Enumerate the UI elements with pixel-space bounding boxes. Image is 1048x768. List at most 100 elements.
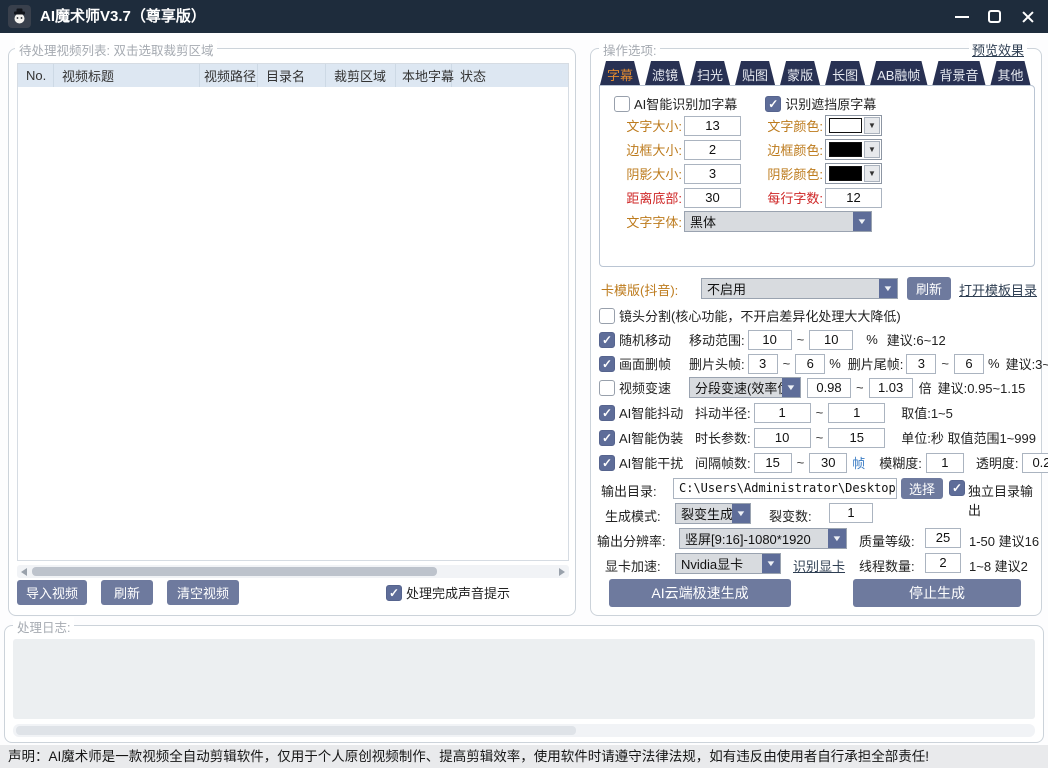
cover-original-subtitle-checkbox[interactable] — [765, 96, 781, 112]
move-range-min-input[interactable]: 10 — [748, 330, 792, 350]
bottom-distance-label: 距离底部: — [608, 188, 682, 207]
bottom-distance-input[interactable]: 30 — [684, 188, 741, 208]
quality-hint: 1-50 建议16 — [969, 531, 1039, 550]
tail-frame-unit: % — [988, 356, 1000, 371]
detect-gpu-link[interactable]: 识别显卡 — [793, 556, 845, 575]
chevron-down-icon[interactable] — [864, 117, 880, 134]
head-frame-unit: % — [829, 356, 841, 371]
subtitle-checkbox-row: AI智能识别加字幕 识别遮挡原字幕 — [614, 93, 876, 114]
speed-max-input[interactable]: 1.03 — [869, 378, 913, 398]
speed-min-input[interactable]: 0.98 — [807, 378, 851, 398]
frame-delete-checkbox[interactable] — [599, 356, 615, 372]
import-video-button[interactable]: 导入视频 — [17, 580, 87, 605]
move-range-max-input[interactable]: 10 — [809, 330, 853, 350]
output-dir-input[interactable]: C:\Users\Administrator\Desktop — [673, 478, 897, 499]
interval-min-input[interactable]: 15 — [754, 453, 792, 473]
gpu-dropdown[interactable]: Nvidia显卡 — [675, 553, 781, 574]
border-color-picker[interactable] — [825, 139, 882, 160]
maximize-button[interactable] — [978, 0, 1011, 33]
log-legend: 处理日志: — [13, 617, 74, 636]
jitter-checkbox[interactable] — [599, 405, 615, 421]
open-template-dir-link[interactable]: 打开模板目录 — [959, 280, 1037, 299]
cover-original-subtitle-label: 识别遮挡原字幕 — [785, 94, 876, 113]
range-tilde: ~ — [941, 356, 949, 371]
log-textarea[interactable] — [13, 639, 1035, 719]
speed-hint: 建议:0.95~1.15 — [938, 378, 1026, 397]
disguise-max-input[interactable]: 15 — [828, 428, 885, 448]
jitter-min-input[interactable]: 1 — [754, 403, 811, 423]
shadow-color-picker[interactable] — [825, 163, 882, 184]
stop-generate-button[interactable]: 停止生成 — [853, 579, 1021, 607]
text-size-input[interactable]: 13 — [684, 116, 741, 136]
hscroll-thumb[interactable] — [32, 567, 437, 576]
generate-mode-label: 生成模式: — [605, 506, 661, 525]
log-hscrollbar[interactable] — [13, 724, 1035, 737]
range-tilde: ~ — [783, 356, 791, 371]
minimize-button[interactable] — [945, 0, 978, 33]
chevron-down-icon[interactable] — [864, 141, 880, 158]
range-tilde: ~ — [797, 455, 805, 470]
preview-effect-link[interactable]: 预览效果 — [972, 43, 1024, 58]
shot-split-checkbox[interactable] — [599, 308, 615, 324]
template-row: 卡模版(抖音): 不启用 刷新 打开模板目录 — [591, 277, 1043, 299]
font-dropdown[interactable]: 黑体 — [684, 211, 872, 232]
shadow-size-label: 阴影大小: — [608, 164, 682, 183]
speed-checkbox[interactable] — [599, 380, 615, 396]
disguise-checkbox[interactable] — [599, 430, 615, 446]
line-chars-input[interactable]: 12 — [825, 188, 882, 208]
interval-max-input[interactable]: 30 — [809, 453, 847, 473]
border-size-row: 边框大小: 2 边框颜色: — [608, 139, 1026, 160]
shadow-size-row: 阴影大小: 3 阴影颜色: — [608, 163, 1026, 184]
fission-count-input[interactable]: 1 — [829, 503, 873, 523]
generate-mode-row: 生成模式: 裂变生成 裂变数: 1 — [591, 503, 1043, 525]
video-table-hscrollbar[interactable] — [17, 565, 569, 578]
quality-label: 质量等级: — [859, 531, 915, 550]
video-table-body[interactable] — [18, 87, 568, 560]
template-refresh-button[interactable]: 刷新 — [907, 277, 951, 300]
magician-icon — [11, 8, 28, 25]
refresh-list-button[interactable]: 刷新 — [101, 580, 153, 605]
column-path: 视频路径 — [200, 64, 258, 87]
speed-unit: 倍 — [919, 378, 932, 397]
jitter-row: AI智能抖动 抖动半径: 1 ~ 1 取值:1~5 — [599, 402, 953, 423]
random-move-checkbox[interactable] — [599, 332, 615, 348]
clear-video-button[interactable]: 清空视频 — [167, 580, 239, 605]
generate-mode-dropdown[interactable]: 裂变生成 — [675, 503, 751, 524]
range-tilde: ~ — [797, 332, 805, 347]
tail-frame-min-input[interactable]: 3 — [906, 354, 936, 374]
quality-input[interactable]: 25 — [925, 528, 961, 548]
ai-add-subtitle-checkbox[interactable] — [614, 96, 630, 112]
sound-alert-checkbox[interactable] — [386, 585, 402, 601]
cloud-generate-button[interactable]: AI云端极速生成 — [609, 579, 791, 607]
tail-frame-max-input[interactable]: 6 — [954, 354, 984, 374]
log-scroll-thumb[interactable] — [16, 726, 576, 735]
sound-alert-row: 处理完成声音提示 — [386, 582, 510, 603]
resolution-dropdown[interactable]: 竖屏[9:16]-1080*1920 — [679, 528, 847, 549]
disguise-min-input[interactable]: 10 — [754, 428, 811, 448]
scroll-left-icon[interactable] — [21, 568, 27, 576]
speed-mode-dropdown[interactable]: 分段变速(效率优先) — [689, 377, 801, 398]
blur-input[interactable]: 1 — [926, 453, 964, 473]
border-color-swatch — [829, 142, 862, 157]
alpha-input[interactable]: 0.2 — [1022, 453, 1048, 473]
jitter-radius-label: 抖动半径: — [695, 403, 751, 422]
shadow-size-input[interactable]: 3 — [684, 164, 741, 184]
video-table[interactable]: No. 视频标题 视频路径 目录名 裁剪区域 本地字幕 状态 — [17, 63, 569, 561]
independent-dir-checkbox[interactable] — [949, 480, 965, 496]
head-frame-max-input[interactable]: 6 — [795, 354, 825, 374]
jitter-max-input[interactable]: 1 — [828, 403, 885, 423]
chevron-down-icon[interactable] — [864, 165, 880, 182]
random-move-row: 随机移动 移动范围: 10 ~ 10 % 建议:6~12 — [599, 329, 946, 350]
scroll-right-icon[interactable] — [559, 568, 565, 576]
head-frame-min-input[interactable]: 3 — [748, 354, 778, 374]
preview-link-wrap: 预览效果 — [969, 40, 1027, 60]
interfere-checkbox[interactable] — [599, 455, 615, 471]
text-color-picker[interactable] — [825, 115, 882, 136]
range-tilde: ~ — [816, 430, 824, 445]
column-status: 状态 — [452, 64, 568, 87]
template-dropdown[interactable]: 不启用 — [701, 278, 898, 299]
thread-input[interactable]: 2 — [925, 553, 961, 573]
border-size-input[interactable]: 2 — [684, 140, 741, 160]
close-button[interactable] — [1011, 0, 1044, 33]
choose-dir-button[interactable]: 选择 — [901, 478, 943, 499]
